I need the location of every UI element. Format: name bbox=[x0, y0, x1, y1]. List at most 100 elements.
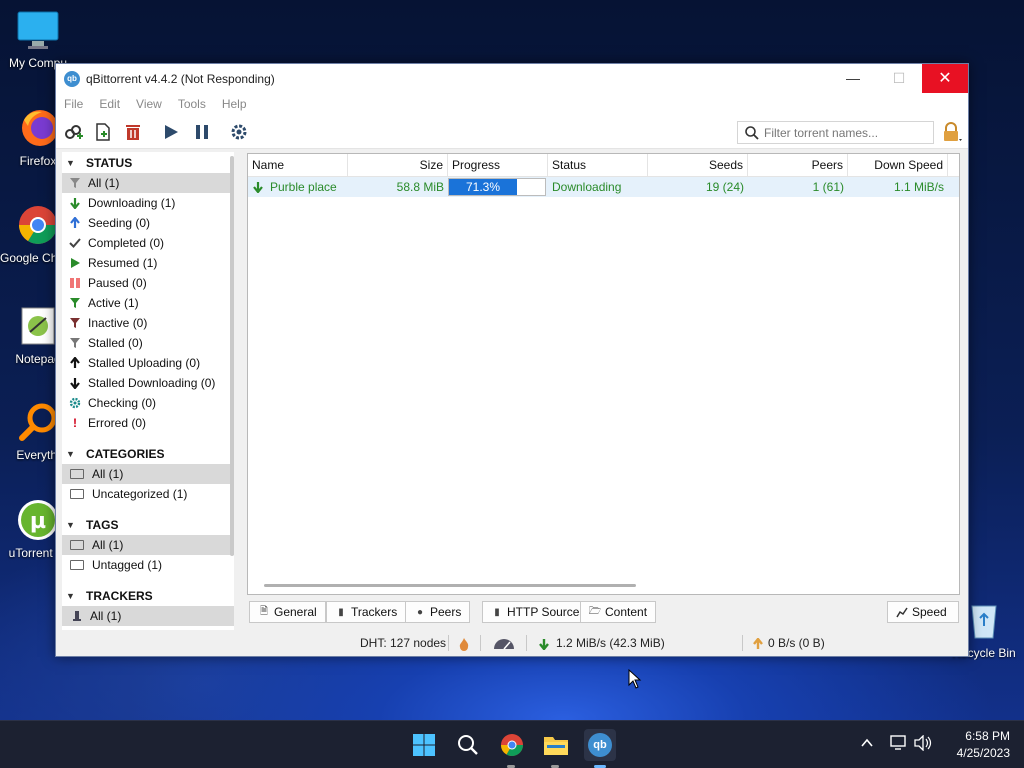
status-filter-all[interactable]: All (1) bbox=[62, 173, 234, 193]
windows-logo-icon bbox=[413, 734, 435, 756]
menu-help[interactable]: Help bbox=[222, 97, 247, 111]
column-name[interactable]: Name bbox=[248, 154, 348, 177]
status-filter-stalled-downloading[interactable]: Stalled Downloading (0) bbox=[62, 373, 234, 393]
torrent-table: Name Size Progress Status Seeds Peers Do… bbox=[247, 153, 960, 595]
status-filter-stalled-uploading[interactable]: Stalled Uploading (0) bbox=[62, 353, 234, 373]
network-icon[interactable] bbox=[890, 735, 908, 754]
chevron-up-icon bbox=[861, 738, 873, 747]
monitor-icon bbox=[16, 8, 60, 52]
tag-all[interactable]: All (1) bbox=[62, 535, 234, 555]
trackers-section-header[interactable]: ▼ TRACKERS bbox=[62, 586, 234, 606]
add-torrent-link-button[interactable] bbox=[62, 121, 84, 143]
speed-button[interactable]: Speed bbox=[887, 601, 959, 623]
connection-icon[interactable] bbox=[458, 630, 470, 656]
qbittorrent-window: qb qBittorrent v4.4.2 (Not Responding) —… bbox=[55, 63, 969, 657]
tab-trackers[interactable]: ▮ Trackers bbox=[326, 601, 407, 623]
magnifier-icon bbox=[16, 400, 60, 444]
svg-text:µ: µ bbox=[30, 509, 46, 534]
column-status[interactable]: Status bbox=[548, 154, 648, 177]
tags-section-header[interactable]: ▼ TAGS bbox=[62, 515, 234, 535]
status-filter-seeding[interactable]: Seeding (0) bbox=[62, 213, 234, 233]
tag-untagged[interactable]: Untagged (1) bbox=[62, 555, 234, 575]
arrow-up-icon bbox=[68, 216, 82, 230]
start-button[interactable] bbox=[408, 729, 440, 761]
column-down-speed[interactable]: Down Speed bbox=[848, 154, 948, 177]
chrome-icon bbox=[16, 203, 60, 247]
lock-button[interactable] bbox=[940, 121, 962, 143]
delete-torrent-button[interactable] bbox=[122, 121, 144, 143]
search-placeholder: Filter torrent names... bbox=[764, 125, 879, 140]
menu-view[interactable]: View bbox=[136, 97, 162, 111]
qbittorrent-taskbar-button[interactable]: qb bbox=[584, 729, 616, 761]
column-size[interactable]: Size bbox=[348, 154, 448, 177]
pause-button[interactable] bbox=[191, 121, 213, 143]
volume-icon[interactable] bbox=[914, 734, 932, 754]
tracker-icon: ▮ bbox=[338, 606, 344, 618]
torrent-down-speed: 1.1 MiB/s bbox=[893, 180, 944, 194]
folder-icon bbox=[70, 560, 84, 570]
categories-section-header[interactable]: ▼ CATEGORIES bbox=[62, 444, 234, 464]
status-section-header[interactable]: ▼ STATUS bbox=[62, 153, 234, 173]
menu-tools[interactable]: Tools bbox=[178, 97, 206, 111]
mouse-cursor-icon bbox=[628, 669, 642, 689]
resume-button[interactable] bbox=[160, 121, 182, 143]
status-filter-stalled[interactable]: Stalled (0) bbox=[62, 333, 234, 353]
add-torrent-file-button[interactable] bbox=[92, 121, 114, 143]
filter-search-box[interactable]: Filter torrent names... bbox=[737, 121, 934, 144]
status-filter-checking[interactable]: Checking (0) bbox=[62, 393, 234, 413]
link-add-icon bbox=[65, 125, 83, 139]
window-title: qBittorrent v4.4.2 (Not Responding) bbox=[86, 71, 275, 86]
tracker-all[interactable]: All (1) bbox=[62, 606, 234, 626]
chrome-taskbar-button[interactable] bbox=[496, 729, 528, 761]
pause-icon bbox=[68, 276, 82, 290]
arrow-up-icon bbox=[753, 636, 763, 649]
download-speed-status: 1.2 MiB/s (42.3 MiB) bbox=[538, 630, 665, 656]
status-filter-errored[interactable]: ! Errored (0) bbox=[62, 413, 234, 433]
arrow-down-icon bbox=[68, 196, 82, 210]
options-button[interactable] bbox=[228, 121, 250, 143]
gear-icon bbox=[231, 124, 247, 140]
status-filter-inactive[interactable]: Inactive (0) bbox=[62, 313, 234, 333]
category-uncategorized[interactable]: Uncategorized (1) bbox=[62, 484, 234, 504]
table-row[interactable]: Purble place 58.8 MiB 71.3% Downloading … bbox=[248, 177, 959, 197]
status-filter-active[interactable]: Active (1) bbox=[62, 293, 234, 313]
arrow-down-icon bbox=[539, 638, 549, 651]
category-all[interactable]: All (1) bbox=[62, 464, 234, 484]
play-icon bbox=[68, 256, 82, 270]
status-filter-downloading[interactable]: Downloading (1) bbox=[62, 193, 234, 213]
search-icon bbox=[745, 125, 759, 140]
minimize-button[interactable]: — bbox=[830, 64, 876, 93]
tab-peers[interactable]: ● Peers bbox=[405, 601, 471, 623]
column-peers[interactable]: Peers bbox=[748, 154, 848, 177]
menu-edit[interactable]: Edit bbox=[99, 97, 120, 111]
trash-icon bbox=[126, 125, 140, 140]
chevron-down-icon: ▼ bbox=[66, 449, 75, 459]
status-filter-resumed[interactable]: Resumed (1) bbox=[62, 253, 234, 273]
progress-text: 71.3% bbox=[465, 180, 501, 194]
close-button[interactable]: ✕ bbox=[922, 64, 968, 93]
title-bar[interactable]: qb qBittorrent v4.4.2 (Not Responding) —… bbox=[56, 64, 968, 93]
sidebar-scrollbar[interactable] bbox=[230, 156, 234, 556]
speed-limit-icon[interactable] bbox=[492, 630, 516, 656]
lock-icon bbox=[944, 122, 962, 141]
clock[interactable]: 6:58 PM 4/25/2023 bbox=[944, 729, 1010, 760]
status-filter-completed[interactable]: Completed (0) bbox=[62, 233, 234, 253]
horizontal-scrollbar[interactable] bbox=[264, 584, 636, 587]
tab-general[interactable]: 🗎 General bbox=[249, 601, 326, 623]
tab-http-sources[interactable]: ▮ HTTP Sources bbox=[482, 601, 595, 623]
tab-content[interactable]: 🗁 Content bbox=[580, 601, 657, 623]
arrow-up-icon bbox=[68, 356, 82, 370]
status-filter-paused[interactable]: Paused (0) bbox=[62, 273, 234, 293]
peers-icon: ● bbox=[416, 606, 424, 618]
desktop-icon-my-computer[interactable]: My Compu bbox=[0, 8, 76, 70]
show-hidden-icons-button[interactable] bbox=[860, 736, 874, 753]
toolbar: Filter torrent names... bbox=[56, 115, 968, 149]
column-seeds[interactable]: Seeds bbox=[648, 154, 748, 177]
menu-file[interactable]: File bbox=[64, 97, 83, 111]
file-explorer-taskbar-button[interactable] bbox=[540, 729, 572, 761]
utorrent-icon: µ bbox=[16, 498, 60, 542]
maximize-button[interactable]: ☐ bbox=[876, 64, 922, 93]
filter-icon bbox=[68, 296, 82, 310]
column-progress[interactable]: Progress bbox=[448, 154, 548, 177]
search-taskbar-button[interactable] bbox=[452, 729, 484, 761]
